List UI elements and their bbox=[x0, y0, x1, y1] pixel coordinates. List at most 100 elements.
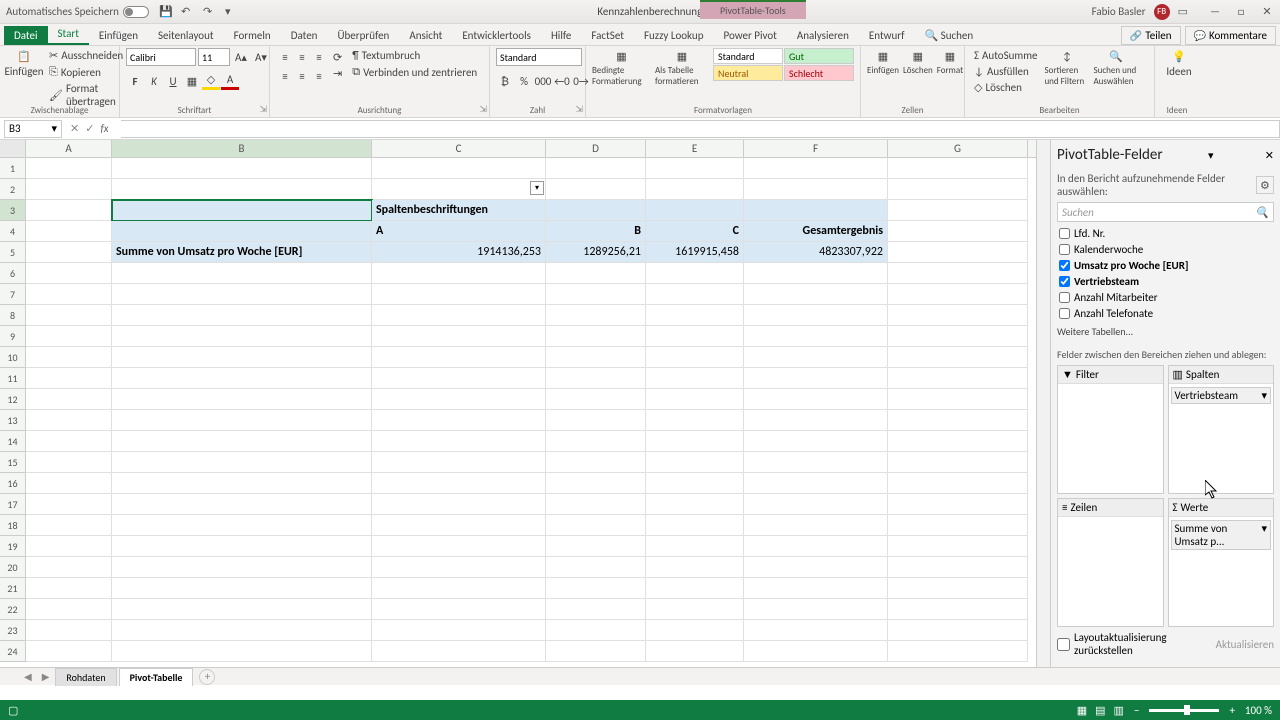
underline-button[interactable]: U bbox=[164, 72, 182, 90]
cell[interactable] bbox=[26, 347, 112, 368]
cell[interactable] bbox=[372, 263, 546, 284]
rowhead-3[interactable]: 3 bbox=[0, 200, 26, 221]
cell[interactable] bbox=[888, 200, 1028, 221]
cell[interactable]: 1619915,458 bbox=[646, 242, 744, 263]
cell[interactable] bbox=[372, 599, 546, 620]
cell[interactable] bbox=[26, 410, 112, 431]
cell[interactable] bbox=[546, 641, 646, 662]
cell[interactable] bbox=[888, 473, 1028, 494]
cell[interactable] bbox=[888, 557, 1028, 578]
field-checkbox[interactable] bbox=[1059, 260, 1070, 271]
cell[interactable] bbox=[372, 368, 546, 389]
tab-search[interactable]: 🔍 Suchen bbox=[914, 26, 983, 45]
field-search-input[interactable]: Suchen 🔍 bbox=[1057, 202, 1274, 222]
cell[interactable] bbox=[26, 368, 112, 389]
share-button[interactable]: 🔗 Teilen bbox=[1121, 26, 1181, 45]
cell[interactable] bbox=[26, 641, 112, 662]
number-launcher-icon[interactable]: ⇲ bbox=[575, 104, 583, 115]
comments-button[interactable]: 💬 Kommentare bbox=[1185, 26, 1276, 45]
cell[interactable] bbox=[546, 410, 646, 431]
cell[interactable] bbox=[546, 389, 646, 410]
align-launcher-icon[interactable]: ⇲ bbox=[479, 104, 487, 115]
cell[interactable] bbox=[744, 494, 888, 515]
rowhead-4[interactable]: 4 bbox=[0, 221, 26, 242]
cell[interactable]: Summe von Umsatz pro Woche [EUR] bbox=[112, 242, 372, 263]
rowhead-15[interactable]: 15 bbox=[0, 452, 26, 473]
font-color-button[interactable]: A bbox=[221, 72, 239, 90]
cell[interactable] bbox=[546, 347, 646, 368]
italic-button[interactable]: K bbox=[145, 72, 163, 90]
cell[interactable]: A bbox=[372, 221, 546, 242]
cell[interactable] bbox=[888, 221, 1028, 242]
grow-font-icon[interactable]: A▴ bbox=[232, 48, 250, 66]
merge-button[interactable]: ⧉ Verbinden und zentrieren bbox=[349, 64, 480, 80]
cell[interactable] bbox=[546, 452, 646, 473]
cell[interactable] bbox=[888, 641, 1028, 662]
size-select[interactable] bbox=[198, 48, 230, 66]
cell[interactable] bbox=[372, 179, 546, 200]
avatar[interactable]: FB bbox=[1154, 4, 1170, 20]
inc-decimal-icon[interactable]: ←0 bbox=[553, 72, 571, 90]
cancel-formula-icon[interactable]: ✕ bbox=[70, 122, 79, 135]
rowhead-14[interactable]: 14 bbox=[0, 431, 26, 452]
sheet-nav-prev-icon[interactable]: ◀ bbox=[20, 670, 36, 683]
align-right-icon[interactable]: ≡ bbox=[310, 67, 328, 85]
rowhead-11[interactable]: 11 bbox=[0, 368, 26, 389]
maximize-icon[interactable]: □ bbox=[1234, 5, 1248, 19]
indent-button[interactable]: ⇥ bbox=[330, 66, 345, 81]
cell[interactable] bbox=[372, 578, 546, 599]
cell[interactable] bbox=[26, 305, 112, 326]
font-select[interactable] bbox=[126, 48, 196, 66]
delete-cells-button[interactable]: ▦Löschen bbox=[903, 48, 933, 76]
cell[interactable] bbox=[646, 368, 744, 389]
cell[interactable] bbox=[112, 557, 372, 578]
cell[interactable] bbox=[372, 431, 546, 452]
tab-review[interactable]: Überprüfen bbox=[327, 26, 399, 45]
defer-checkbox[interactable] bbox=[1057, 638, 1070, 651]
tab-powerpivot[interactable]: Power Pivot bbox=[713, 26, 786, 45]
cell[interactable] bbox=[888, 536, 1028, 557]
tab-insert[interactable]: Einfügen bbox=[89, 26, 148, 45]
cell[interactable] bbox=[646, 158, 744, 179]
cell[interactable] bbox=[546, 305, 646, 326]
cell[interactable] bbox=[646, 305, 744, 326]
paste-button[interactable]: 📋 Einfügen bbox=[6, 48, 42, 78]
font-launcher-icon[interactable]: ⇲ bbox=[259, 104, 267, 115]
cond-format-button[interactable]: ▦Bedingte Formatierung bbox=[592, 48, 651, 87]
cell[interactable] bbox=[112, 620, 372, 641]
rowhead-20[interactable]: 20 bbox=[0, 557, 26, 578]
cut-button[interactable]: ✂ Ausschneiden bbox=[46, 48, 126, 63]
cell[interactable] bbox=[112, 221, 372, 242]
close-icon[interactable]: ✕ bbox=[1260, 5, 1274, 19]
cell[interactable] bbox=[546, 473, 646, 494]
field-checkbox[interactable] bbox=[1059, 292, 1070, 303]
gear-icon[interactable]: ⚙ bbox=[1256, 176, 1274, 194]
cell[interactable] bbox=[646, 557, 744, 578]
cell[interactable] bbox=[744, 179, 888, 200]
cell[interactable] bbox=[888, 263, 1028, 284]
cell[interactable] bbox=[646, 326, 744, 347]
cell[interactable] bbox=[112, 305, 372, 326]
align-top-icon[interactable]: ≡ bbox=[276, 48, 294, 66]
cell[interactable] bbox=[546, 284, 646, 305]
cell[interactable] bbox=[26, 515, 112, 536]
ideas-button[interactable]: 💡Ideen bbox=[1161, 48, 1197, 78]
cell[interactable] bbox=[744, 389, 888, 410]
orientation-button[interactable]: ⟳ bbox=[330, 50, 345, 65]
align-left-icon[interactable]: ≡ bbox=[276, 67, 294, 85]
cell[interactable] bbox=[546, 158, 646, 179]
normal-view-icon[interactable]: ▦ bbox=[1077, 704, 1087, 717]
qat-dropdown-icon[interactable]: ▾ bbox=[225, 5, 239, 19]
cell[interactable] bbox=[646, 263, 744, 284]
cell[interactable] bbox=[372, 620, 546, 641]
page-layout-icon[interactable]: ▤ bbox=[1095, 704, 1105, 717]
zoom-in-icon[interactable]: + bbox=[1229, 704, 1234, 717]
cell[interactable] bbox=[646, 347, 744, 368]
rowhead-23[interactable]: 23 bbox=[0, 620, 26, 641]
cell[interactable] bbox=[112, 389, 372, 410]
cell[interactable] bbox=[112, 263, 372, 284]
tab-start[interactable]: Start bbox=[48, 24, 89, 45]
rowhead-21[interactable]: 21 bbox=[0, 578, 26, 599]
style-schlecht[interactable]: Schlecht bbox=[784, 65, 854, 81]
filter-area[interactable]: ▼Filter bbox=[1057, 365, 1164, 494]
